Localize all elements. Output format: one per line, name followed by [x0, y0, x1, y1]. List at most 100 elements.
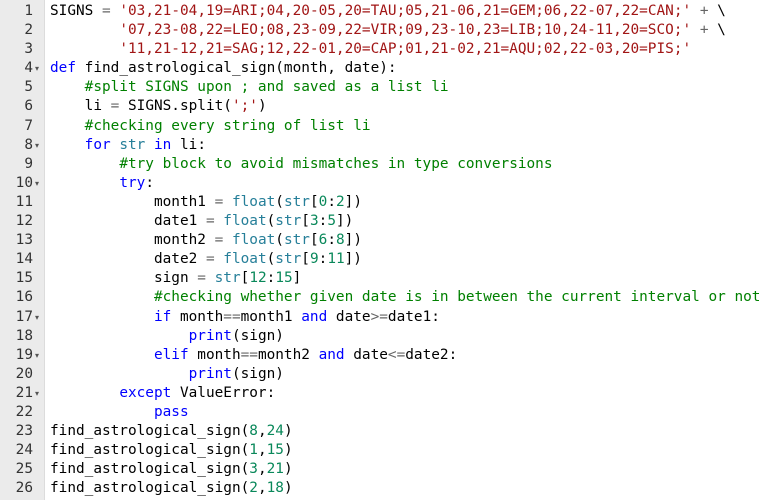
code-line[interactable]: 15 sign = str[12:15] [0, 269, 776, 288]
code-line[interactable]: 14 date2 = float(str[9:11]) [0, 250, 776, 269]
code-token: = [214, 232, 224, 249]
code-token: 9 [309, 251, 319, 268]
code-token: 1 [249, 442, 258, 459]
code-text: find_astrological_sign(1,15) [50, 441, 293, 460]
code-line[interactable]: 11 month1 = float(str[0:2]) [0, 193, 776, 212]
code-token: 24 [266, 423, 284, 440]
code-line[interactable]: 3 '11,21-12,21=SAG;12,22-01,20=CAP;01,21… [0, 40, 776, 59]
code-line[interactable]: 20 print(sign) [0, 365, 776, 384]
code-line[interactable]: 7 #checking every string of list li [0, 117, 776, 136]
code-token: + [699, 3, 709, 19]
code-token: and [318, 346, 345, 363]
code-line[interactable]: 8 ▾ for str in li: [0, 136, 776, 155]
code-token: find_astrological_sign( [50, 442, 250, 459]
code-token: '11,21-12,21=SAG;12,22-01,20=CAP;01,21-0… [119, 41, 692, 58]
code-token: ) [257, 98, 267, 115]
code-token: ( [275, 232, 284, 249]
fold-toggle-icon[interactable]: ▾ [35, 308, 43, 327]
code-token: sign [50, 270, 198, 287]
fold-toggle-icon[interactable]: ▾ [35, 346, 43, 365]
fold-toggle-icon[interactable]: ▾ [35, 59, 43, 78]
code-token: 15 [266, 442, 284, 459]
code-token: str [214, 270, 241, 287]
code-token: find_astrological_sign( [50, 480, 250, 497]
code-lines: 1 SIGNS = '03,21-04,19=ARI;04,20-05,20=TA… [0, 2, 776, 498]
code-token: '03,21-04,19=ARI;04,20-05,20=TAU;05,21-0… [119, 3, 692, 19]
code-line[interactable]: 26 find_astrological_sign(2,18) [0, 479, 776, 498]
code-token: 11 [327, 251, 345, 268]
code-text: month1 = float(str[0:2]) [50, 193, 362, 212]
code-token: ( [266, 213, 276, 230]
line-number: 13 [15, 232, 33, 249]
code-token: : [266, 270, 276, 287]
code-token: ) [283, 442, 293, 459]
code-token: date [344, 346, 388, 363]
code-token: : [318, 213, 328, 230]
code-token: pass [153, 403, 189, 420]
code-text: for str in li: [50, 136, 206, 155]
code-token: def [50, 60, 76, 77]
code-token: '07,23-08,22=LEO;08,23-09,22=VIR;09,23-1… [119, 22, 692, 39]
code-token: : [145, 174, 154, 191]
code-token: except [119, 384, 172, 401]
code-token: 8 [249, 423, 258, 440]
code-line[interactable]: 18 print(sign) [0, 327, 776, 346]
code-line[interactable]: 16 #checking whether given date is in be… [0, 288, 776, 307]
code-token: = [214, 193, 224, 210]
code-token: [ [301, 213, 310, 230]
code-editor[interactable]: 1 SIGNS = '03,21-04,19=ARI;04,20-05,20=TA… [0, 0, 776, 500]
code-line[interactable]: 22 pass [0, 403, 776, 422]
code-token: month2 [50, 232, 215, 249]
code-token: : [318, 251, 328, 268]
code-text: sign = str[12:15] [50, 269, 301, 288]
code-text: #try block to avoid mismatches in type c… [50, 155, 552, 174]
code-line[interactable]: 19 ▾ elif month==month2 and date<=date2: [0, 346, 776, 365]
code-line[interactable]: 24 find_astrological_sign(1,15) [0, 441, 776, 460]
code-token: str [283, 232, 310, 249]
code-line[interactable]: 4 ▾ def find_astrological_sign(month, date… [0, 59, 776, 78]
code-line[interactable]: 2 '07,23-08,22=LEO;08,23-09,22=VIR;09,23… [0, 21, 776, 40]
code-line[interactable]: 5 #split SIGNS upon ; and saved as a lis… [0, 78, 776, 97]
code-token: ]) [344, 193, 362, 210]
code-line[interactable]: 13 month2 = float(str[6:8]) [0, 231, 776, 250]
code-line[interactable]: 17 ▾ if month==month1 and date>=date1: [0, 308, 776, 327]
code-token: 0 [318, 193, 328, 210]
code-token: ]) [344, 251, 362, 268]
code-token: ';' [231, 98, 258, 115]
code-token: 21 [266, 461, 284, 478]
code-token: ) [283, 461, 293, 478]
code-line[interactable]: 10 ▾ try: [0, 174, 776, 193]
line-number: 20 [15, 365, 33, 382]
code-token: and [301, 308, 328, 325]
code-line[interactable]: 21 ▾ except ValueError: [0, 384, 776, 403]
code-line[interactable]: 25 find_astrological_sign(3,21) [0, 460, 776, 479]
fold-toggle-icon[interactable]: ▾ [35, 136, 43, 155]
code-token: : [327, 193, 336, 210]
code-line[interactable]: 6 li = SIGNS.split(';') [0, 97, 776, 116]
code-line[interactable]: 9 #try block to avoid mismatches in type… [0, 155, 776, 174]
code-line[interactable]: 1 SIGNS = '03,21-04,19=ARI;04,20-05,20=TA… [0, 2, 776, 21]
code-token: \ [708, 22, 726, 39]
code-token: #split SIGNS upon ; and saved as a list … [84, 79, 449, 96]
line-number: 23 [15, 423, 33, 440]
code-line[interactable]: 12 date1 = float(str[3:5]) [0, 212, 776, 231]
fold-toggle-icon[interactable]: ▾ [35, 384, 43, 403]
code-text: date2 = float(str[9:11]) [50, 250, 362, 269]
code-text: elif month==month2 and date<=date2: [50, 346, 457, 365]
code-token: 18 [266, 480, 284, 497]
code-token: 15 [275, 270, 293, 287]
code-line[interactable]: 23 find_astrological_sign(8,24) [0, 422, 776, 441]
code-token: date2: [405, 346, 458, 363]
code-token: 2 [249, 480, 258, 497]
fold-toggle-icon[interactable]: ▾ [35, 174, 43, 193]
